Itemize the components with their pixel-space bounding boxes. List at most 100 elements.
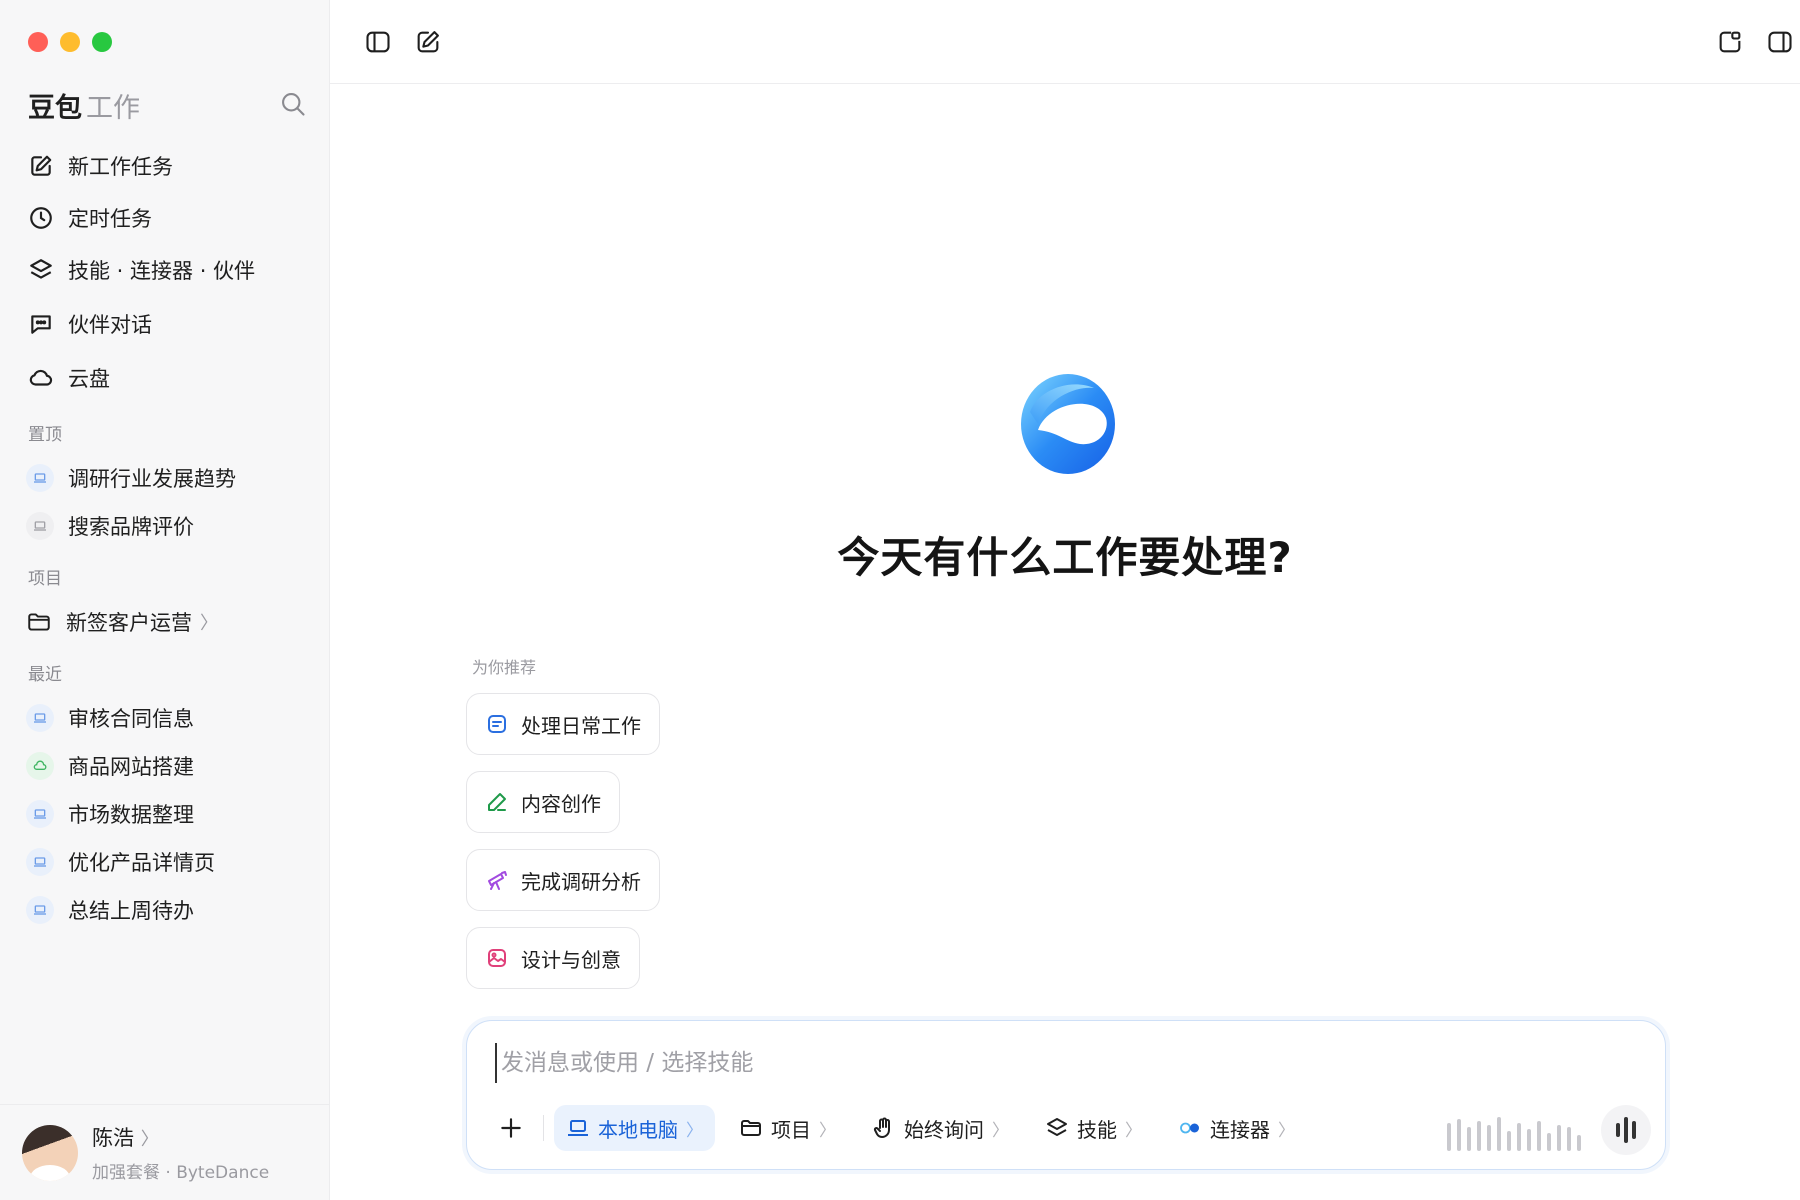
list-item-label: 优化产品详情页 xyxy=(68,851,215,875)
pill-label: 连接器 xyxy=(1210,1117,1270,1142)
connector-icon xyxy=(1180,1122,1199,1134)
add-attachment-button[interactable] xyxy=(493,1110,529,1146)
list-item[interactable]: 审核合同信息 xyxy=(0,694,330,742)
sidebar-item-partner-chat[interactable]: 伙伴对话 xyxy=(0,298,330,350)
rec-label-text: 完成调研分析 xyxy=(521,869,641,894)
rec-label-text: 内容创作 xyxy=(521,791,601,816)
chevron-right-icon: 〉 xyxy=(819,1120,836,1141)
rec-research-analysis-button[interactable]: 完成调研分析 xyxy=(466,849,660,911)
telescope-icon xyxy=(488,871,507,890)
rec-content-creation-button[interactable]: 内容创作 xyxy=(466,771,620,833)
project-item[interactable]: 新签客户运营 〉 xyxy=(0,598,330,646)
brand-name: 豆包 xyxy=(28,93,82,124)
plus-icon xyxy=(501,1118,521,1138)
main-panel: 今天有什么工作要处理? 为你推荐 处理日常工作 内容创作 完成调研分析 设计与创… xyxy=(330,0,1800,1200)
toggle-sidebar-icon[interactable] xyxy=(364,28,392,56)
project-item-label: 新签客户运营 xyxy=(66,611,192,635)
hand-icon xyxy=(873,1117,890,1138)
list-item[interactable]: 优化产品详情页 xyxy=(0,838,330,886)
floating-window-icon[interactable] xyxy=(1716,28,1744,56)
brand-subtitle: 工作 xyxy=(86,93,140,124)
layers-icon xyxy=(1047,1118,1067,1136)
close-window-button[interactable] xyxy=(28,32,48,52)
sidebar-item-scheduled-tasks[interactable]: 定时任务 xyxy=(0,192,330,244)
top-bar xyxy=(330,0,1800,84)
rec-design-creative-button[interactable]: 设计与创意 xyxy=(466,927,640,989)
list-item[interactable]: 市场数据整理 xyxy=(0,790,330,838)
pill-label: 始终询问 xyxy=(904,1117,984,1142)
clock-icon xyxy=(30,207,52,229)
cloud-icon xyxy=(26,752,54,780)
chevron-right-icon: 〉 xyxy=(140,1129,159,1150)
sidebar-item-label: 伙伴对话 xyxy=(68,313,152,337)
permission-pill[interactable]: 始终询问 〉 xyxy=(860,1105,1021,1151)
laptop-icon xyxy=(568,1120,588,1136)
voice-input-button[interactable] xyxy=(1601,1105,1651,1155)
chevron-right-icon: 〉 xyxy=(1278,1120,1295,1141)
document-icon xyxy=(488,715,506,733)
minimize-window-button[interactable] xyxy=(60,32,80,52)
projects-list: 新签客户运营 〉 xyxy=(0,598,330,646)
sidebar-item-label: 技能 · 连接器 · 伙伴 xyxy=(68,259,256,283)
sidebar-item-skills-connectors[interactable]: 技能 · 连接器 · 伙伴 xyxy=(0,244,330,296)
laptop-icon xyxy=(26,848,54,876)
cloud-icon xyxy=(29,369,53,386)
list-item-label: 调研行业发展趋势 xyxy=(68,467,236,491)
profile-plan: 加强套餐 · ByteDance xyxy=(92,1163,270,1183)
folder-icon xyxy=(741,1120,761,1136)
skills-pill[interactable]: 技能 〉 xyxy=(1033,1105,1154,1151)
profile-name-row: 陈浩 〉 xyxy=(92,1122,269,1152)
window-controls xyxy=(28,32,112,52)
laptop-icon xyxy=(26,704,54,732)
image-icon xyxy=(488,949,506,967)
list-item[interactable]: 搜索品牌评价 xyxy=(0,502,330,550)
pill-label: 项目 xyxy=(771,1117,811,1142)
list-item[interactable]: 商品网站搭建 xyxy=(0,742,330,790)
divider xyxy=(543,1115,544,1141)
pen-icon xyxy=(488,793,506,811)
search-icon[interactable] xyxy=(279,90,307,118)
rec-daily-work-button[interactable]: 处理日常工作 xyxy=(466,693,660,755)
list-item-label: 总结上周待办 xyxy=(68,899,194,923)
new-chat-icon[interactable] xyxy=(414,28,442,56)
profile-text: 陈浩 〉 加强套餐 · ByteDance xyxy=(92,1122,269,1183)
rec-label-text: 设计与创意 xyxy=(521,947,621,972)
sidebar-item-new-task[interactable]: 新工作任务 xyxy=(0,140,330,192)
message-composer: 本地电脑 〉 项目 〉 始终询问 〉 技能 〉 xyxy=(466,1020,1666,1170)
sidebar-item-label: 定时任务 xyxy=(68,207,152,231)
list-item-label: 审核合同信息 xyxy=(68,707,194,731)
user-profile[interactable]: 陈浩 〉 加强套餐 · ByteDance xyxy=(0,1104,330,1200)
folder-icon xyxy=(28,613,50,631)
maximize-window-button[interactable] xyxy=(92,32,112,52)
sidebar-item-label: 新工作任务 xyxy=(68,155,173,179)
local-computer-pill[interactable]: 本地电脑 〉 xyxy=(554,1105,715,1151)
chevron-right-icon: 〉 xyxy=(1125,1120,1142,1141)
app-window: 豆包 工作 新工作任务 定时任务 技能 · 连接器 · 伙伴 伙伴对话 云盘 置… xyxy=(0,0,1800,1200)
voice-waveform xyxy=(1447,1115,1581,1151)
list-item-label: 市场数据整理 xyxy=(68,803,194,827)
chevron-right-icon: 〉 xyxy=(992,1120,1009,1141)
projects-section-label: 项目 xyxy=(28,569,62,589)
list-item[interactable]: 总结上周待办 xyxy=(0,886,330,934)
chevron-right-icon: 〉 xyxy=(200,613,218,634)
message-input[interactable] xyxy=(495,1043,1595,1083)
sidebar-item-cloud-drive[interactable]: 云盘 xyxy=(0,352,330,404)
toggle-right-panel-icon[interactable] xyxy=(1766,28,1794,56)
laptop-icon xyxy=(26,800,54,828)
laptop-icon xyxy=(26,896,54,924)
edit-icon xyxy=(31,155,52,176)
sidebar-item-label: 云盘 xyxy=(68,367,110,391)
connectors-pill[interactable]: 连接器 〉 xyxy=(1166,1105,1307,1151)
rec-label-text: 处理日常工作 xyxy=(521,713,641,738)
layers-icon xyxy=(30,259,52,279)
chat-icon xyxy=(31,315,51,334)
pill-label: 本地电脑 xyxy=(598,1117,678,1142)
sidebar-nav: 新工作任务 定时任务 技能 · 连接器 · 伙伴 伙伴对话 云盘 xyxy=(0,140,330,404)
avatar xyxy=(22,1124,78,1181)
laptop-icon xyxy=(26,464,54,492)
list-item[interactable]: 调研行业发展趋势 xyxy=(0,454,330,502)
laptop-icon xyxy=(26,512,54,540)
sidebar: 豆包 工作 新工作任务 定时任务 技能 · 连接器 · 伙伴 伙伴对话 云盘 置… xyxy=(0,0,330,1200)
project-pill[interactable]: 项目 〉 xyxy=(727,1105,848,1151)
pinned-section-label: 置顶 xyxy=(28,425,62,445)
